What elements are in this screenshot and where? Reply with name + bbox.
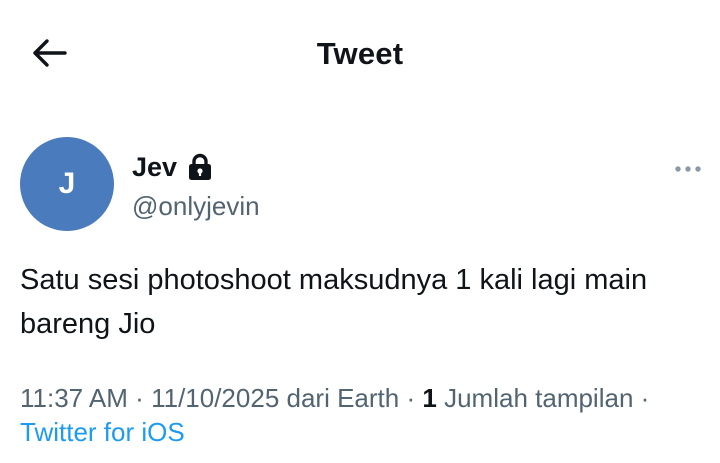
more-horizontal-icon xyxy=(675,166,701,172)
page-title: Tweet xyxy=(316,36,404,71)
meta-separator: · xyxy=(406,383,416,413)
tweet-text: Satu sesi photoshoot maksudnya 1 kali la… xyxy=(20,264,648,340)
more-options-button[interactable] xyxy=(668,157,708,181)
tweet-date[interactable]: 11/10/2025 xyxy=(151,383,279,413)
avatar[interactable]: J xyxy=(20,137,114,231)
user-handle[interactable]: @onlyjevin xyxy=(132,191,260,222)
tweet-location: dari Earth xyxy=(286,383,400,413)
author-name-row[interactable]: Jev xyxy=(132,149,213,185)
top-bar: Tweet xyxy=(0,0,720,108)
tweet-meta: 11:37 AM · 11/10/2025 dari Earth · 1 Jum… xyxy=(20,381,700,449)
client-link[interactable]: Twitter for iOS xyxy=(20,417,185,447)
avatar-initial: J xyxy=(58,167,76,200)
display-name: Jev xyxy=(132,151,178,182)
lock-icon xyxy=(187,153,213,181)
tweet-time[interactable]: 11:37 AM xyxy=(20,383,128,413)
meta-separator: · xyxy=(640,383,650,413)
views-count[interactable]: 1 xyxy=(422,383,436,413)
views-label[interactable]: Jumlah tampilan xyxy=(444,383,633,413)
meta-separator: · xyxy=(135,383,144,413)
